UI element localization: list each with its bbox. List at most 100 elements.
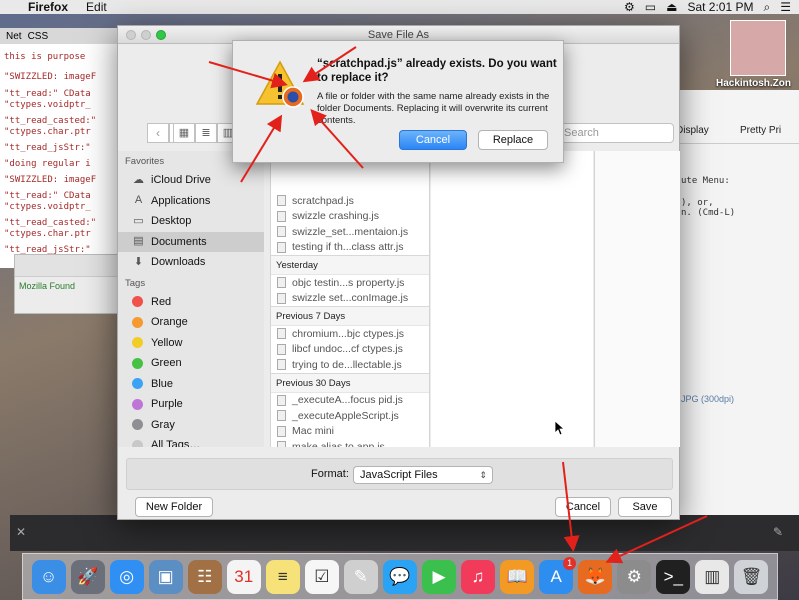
dock-glyph: 31	[234, 566, 254, 586]
file-row[interactable]: testing if th...class attr.js	[271, 240, 429, 256]
launchpad-icon[interactable]: 🚀	[70, 559, 105, 594]
tab-css[interactable]: CSS	[28, 31, 49, 42]
dock-glyph: ♫	[471, 566, 485, 586]
dock-glyph: 🦊	[584, 566, 606, 586]
system-preferences-icon[interactable]: ⚙	[617, 559, 652, 594]
tag-dot-icon	[132, 357, 143, 369]
console-line: "tt_read_jsStr:"	[4, 143, 91, 153]
alert-cancel-button[interactable]: Cancel	[399, 130, 467, 150]
sidebar-item-downloads[interactable]: ⬇ Downloads	[118, 252, 264, 273]
gear-icon[interactable]: ⚙	[624, 0, 635, 14]
tag-label: Yellow	[151, 336, 183, 349]
notification-center-icon[interactable]: ☰	[780, 0, 791, 14]
close-icon[interactable]: ✕	[16, 525, 26, 539]
display-icon[interactable]: ▭	[645, 0, 656, 14]
file-row[interactable]: swizzle set...conImage.js	[271, 291, 429, 307]
file-row[interactable]: _executeA...focus pid.js	[271, 393, 429, 409]
search-icon[interactable]: ⌕	[764, 0, 771, 15]
appstore-icon[interactable]: A1	[539, 556, 577, 594]
search-input[interactable]: Search	[559, 123, 674, 143]
icon-view-icon[interactable]: ▦	[173, 123, 195, 143]
file-row[interactable]: _executeAppleScript.js	[271, 408, 429, 424]
dock-glyph: ☷	[197, 566, 213, 586]
tag-label: Orange	[151, 316, 188, 329]
trash-icon[interactable]: 🗑	[734, 559, 769, 594]
console-line: "tt_read_casted:"	[4, 218, 97, 228]
hackintosh-desktop-icon[interactable]	[730, 20, 786, 76]
contacts-icon[interactable]: ☷	[187, 559, 222, 594]
file-row[interactable]: chromium...bjc ctypes.js	[271, 326, 429, 342]
ibooks-icon[interactable]: 📖	[500, 559, 535, 594]
file-row[interactable]: libcf undoc...cf ctypes.js	[271, 342, 429, 358]
file-row[interactable]: swizzle_set...mentaion.js	[271, 224, 429, 240]
format-caption: JPG (300dpi)	[681, 394, 735, 404]
sidebar-tag-0[interactable]: Red	[118, 292, 264, 313]
console-line: "tt_read:" CData	[4, 89, 91, 99]
format-select[interactable]: JavaScript Files ⇕	[353, 466, 493, 484]
save-button[interactable]: Save	[618, 497, 672, 517]
close-window-icon[interactable]	[126, 30, 136, 40]
preview-icon[interactable]: ▣	[148, 559, 183, 594]
applications-icon: A	[134, 194, 143, 207]
file-row[interactable]: scratchpad.js	[271, 193, 429, 209]
calendar-icon[interactable]: 31	[226, 559, 261, 594]
sidebar-tag-5[interactable]: Purple	[118, 394, 264, 415]
finder-icon[interactable]: ☺	[31, 559, 66, 594]
tab-pretty-print[interactable]: Pretty Pri	[735, 120, 799, 143]
firefox-icon[interactable]: 🦊	[578, 559, 613, 594]
details-column	[594, 151, 680, 447]
list-view-icon[interactable]: ≣	[195, 123, 217, 143]
menu-edit[interactable]: Edit	[86, 0, 107, 14]
safari-icon[interactable]: ◎	[109, 559, 144, 594]
file-icon	[277, 441, 286, 447]
sidebar-item-documents[interactable]: ▤ Documents	[118, 231, 264, 252]
group-heading: Previous 7 Days	[271, 306, 429, 326]
sidebar-item-label: Desktop	[151, 215, 192, 228]
replace-button[interactable]: Replace	[478, 130, 548, 150]
group-heading: Previous 30 Days	[271, 372, 429, 393]
file-icon	[277, 359, 286, 371]
console-line: "ctypes.char.ptr	[4, 127, 91, 137]
terminal-icon[interactable]: >_	[656, 559, 691, 594]
tab-net[interactable]: Net	[6, 31, 22, 42]
file-row[interactable]: swizzle crashing.js	[271, 209, 429, 225]
menubar-clock[interactable]: Sat 2:01 PM	[687, 0, 753, 14]
minimize-window-icon[interactable]	[141, 30, 151, 40]
file-row[interactable]: objc testin...s property.js	[271, 275, 429, 291]
reminders-icon[interactable]: ☑	[304, 559, 339, 594]
file-icon	[277, 277, 286, 289]
new-folder-button[interactable]: New Folder	[135, 497, 213, 517]
menu-app-name[interactable]: Firefox	[28, 0, 68, 14]
sidebar-item-icloud-drive[interactable]: ☁ iCloud Drive	[118, 170, 264, 191]
sidebar-item-desktop[interactable]: ▭ Desktop	[118, 211, 264, 232]
console-line: "SWIZZLED: imageF	[4, 175, 97, 185]
wrench-icon[interactable]: ✎	[773, 525, 783, 539]
sidebar-tag-6[interactable]: Gray	[118, 415, 264, 436]
tab-display[interactable]: Display	[671, 120, 735, 143]
back-icon[interactable]: ‹	[147, 123, 169, 143]
zoom-window-icon[interactable]	[156, 30, 166, 40]
dock: ☺ 🚀 ◎ ▣ ☷ 31 ≡ ☑ ✎ 💬 ▶ ♫ 📖 A 1 🦊 ⚙ >_ ▥ 🗑	[22, 553, 778, 600]
replace-alert: “scratchpad.js” already exists. Do you w…	[232, 40, 564, 163]
itunes-icon[interactable]: ♫	[461, 559, 496, 594]
console-line: "ctypes.voidptr_	[4, 100, 91, 110]
sidebar-tag-3[interactable]: Green	[118, 353, 264, 374]
sidebar-tag-7[interactable]: All Tags…	[118, 435, 264, 447]
facetime-icon[interactable]: ▶	[421, 559, 456, 594]
dialog-title: Save File As	[367, 28, 430, 41]
file-row[interactable]: Mac mini	[271, 424, 429, 440]
url-bar[interactable]: Mozilla Found	[15, 277, 123, 295]
file-row[interactable]: make alias to app.js	[271, 439, 429, 447]
file-row[interactable]: trying to de...llectable.js	[271, 357, 429, 373]
file-list[interactable]: scratchpad.js swizzle crashing.js swizzle_…	[270, 151, 430, 447]
document-icon[interactable]: ▥	[695, 559, 730, 594]
sidebar-tag-4[interactable]: Blue	[118, 374, 264, 395]
sidebar-tag-2[interactable]: Yellow	[118, 333, 264, 354]
sidebar-item-applications[interactable]: A Applications	[118, 191, 264, 212]
textedit-icon[interactable]: ✎	[343, 559, 378, 594]
sidebar-tag-1[interactable]: Orange	[118, 312, 264, 333]
cancel-button[interactable]: Cancel	[555, 497, 611, 517]
messages-icon[interactable]: 💬	[382, 559, 417, 594]
notes-icon[interactable]: ≡	[265, 559, 300, 594]
eject-icon[interactable]: ⏏	[666, 0, 677, 14]
